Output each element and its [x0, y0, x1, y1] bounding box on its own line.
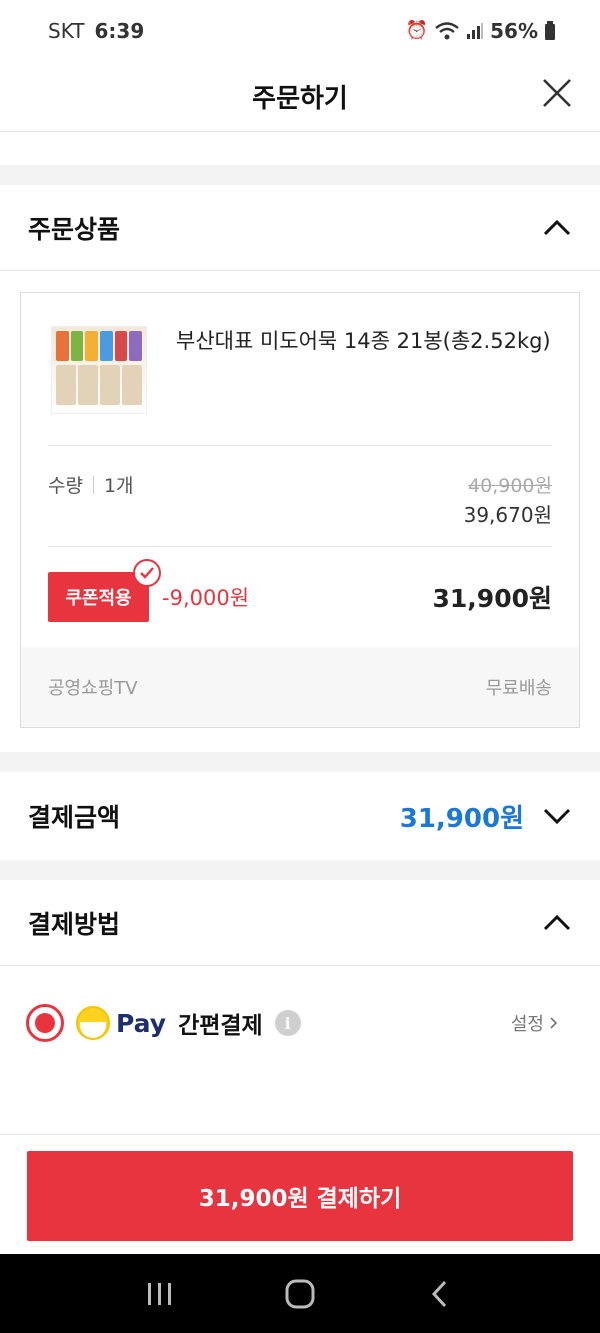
checkout-button[interactable]: 31,900원 결제하기: [27, 1151, 573, 1241]
page-header: 주문하기: [0, 62, 600, 132]
separator: [92, 475, 94, 494]
payment-method-header[interactable]: 결제방법: [0, 880, 600, 966]
battery-icon: [545, 21, 555, 40]
status-bar: SKT 6:39 ⏰ 56%: [0, 0, 600, 62]
bottom-bar: 31,900원 결제하기: [0, 1134, 600, 1254]
wifi-icon: [435, 22, 459, 40]
easy-pay-label: 간편결제: [178, 1013, 263, 1039]
seller-name: 공영쇼핑TV: [48, 678, 138, 699]
pay-logo-icon: [76, 1006, 110, 1040]
status-icons: ⏰ 56%: [406, 19, 556, 43]
divider: [48, 546, 552, 547]
section-gap: [0, 165, 600, 185]
payment-amount-title: 결제금액: [28, 803, 121, 832]
final-price: 31,900원: [432, 584, 552, 613]
settings-label: 설정: [510, 1014, 544, 1035]
payment-method-title: 결제방법: [28, 909, 121, 939]
chevron-up-icon[interactable]: [542, 218, 572, 238]
recent-apps-icon[interactable]: [140, 1274, 180, 1314]
divider: [48, 445, 552, 446]
product-thumbnail[interactable]: [51, 326, 147, 414]
product-name[interactable]: 부산대표 미도어묵 14종 21봉(총2.52kg): [176, 323, 556, 359]
order-items-title: 주문상품: [28, 214, 121, 244]
sale-price: 39,670원: [463, 503, 552, 527]
info-icon[interactable]: i: [274, 1010, 301, 1036]
battery-level: 56%: [490, 19, 538, 43]
product-card: 부산대표 미도어묵 14종 21봉(총2.52kg) 수량 1개 40,900원…: [20, 292, 580, 728]
close-icon[interactable]: [540, 76, 574, 110]
payment-amount-value: 31,900원: [399, 803, 524, 834]
shipping-info: 무료배송: [485, 678, 552, 699]
radio-dot: [35, 1013, 55, 1033]
quantity-label: 수량: [48, 475, 83, 497]
payment-amount-row[interactable]: 결제금액 31,900원: [0, 772, 600, 860]
order-items-header[interactable]: 주문상품: [0, 185, 600, 271]
clock: 6:39: [94, 19, 145, 43]
chevron-right-icon: [550, 1017, 558, 1029]
chevron-down-icon[interactable]: [542, 806, 572, 826]
radio-button-selected[interactable]: [26, 1004, 64, 1042]
coupon-discount: -9,000원: [162, 586, 250, 610]
chevron-up-icon[interactable]: [542, 913, 572, 933]
settings-link[interactable]: 설정: [511, 1010, 558, 1036]
quantity-value: 1개: [103, 475, 134, 497]
card-footer: 공영쇼핑TV 무료배송: [21, 647, 579, 727]
payment-option-easy-pay[interactable]: Pay 간편결제 i 설정: [0, 993, 600, 1053]
home-icon[interactable]: [280, 1274, 320, 1314]
original-price: 40,900원: [468, 475, 552, 497]
carrier-label: SKT: [48, 19, 85, 43]
pay-brand-text: Pay: [116, 1008, 167, 1038]
check-icon: [133, 559, 161, 587]
alarm-icon: ⏰: [405, 20, 429, 41]
page-title: 주문하기: [252, 84, 348, 114]
signal-icon: [467, 23, 484, 39]
section-gap: [0, 860, 600, 880]
section-gap: [0, 752, 600, 772]
back-icon[interactable]: [420, 1274, 460, 1314]
quantity-info: 수량 1개: [48, 471, 134, 498]
system-nav-bar: [0, 1254, 600, 1333]
